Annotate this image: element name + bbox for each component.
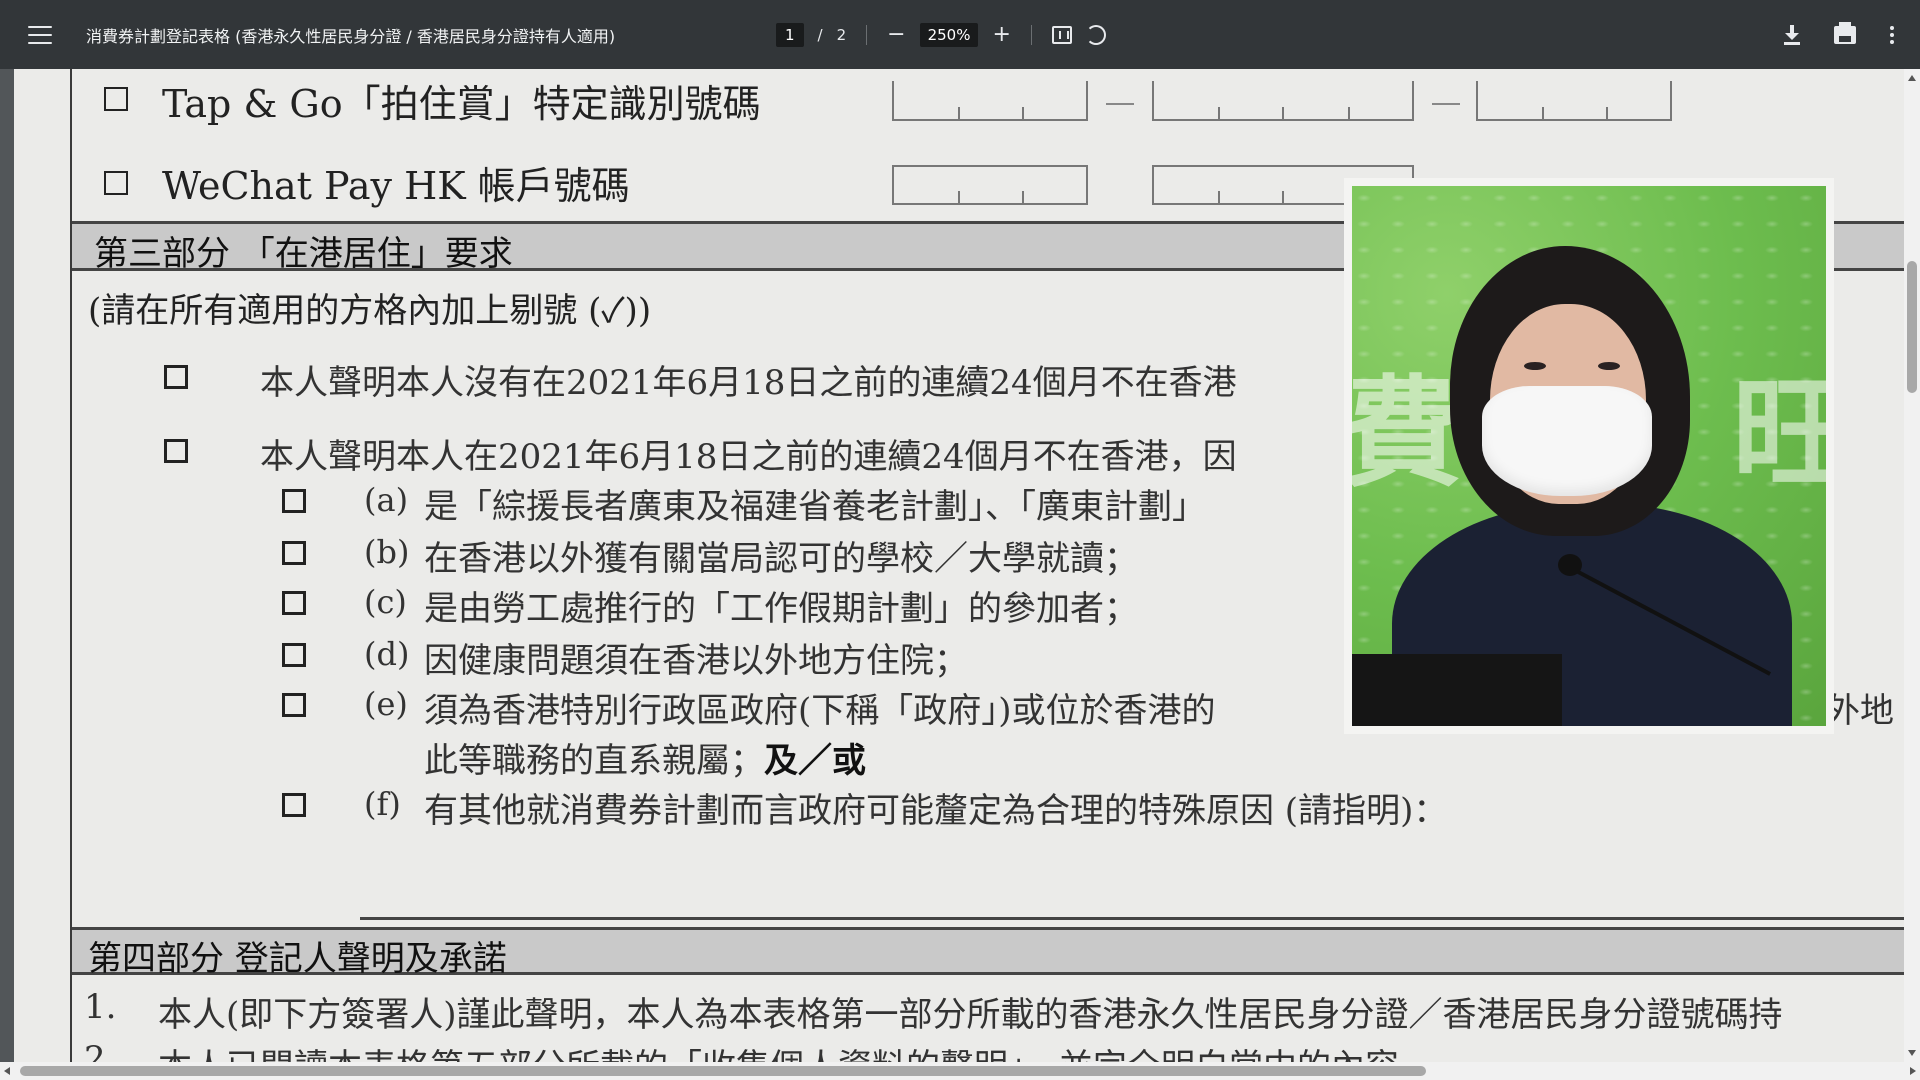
fit-page-icon[interactable] (1051, 25, 1072, 44)
reason-e-line2-bold: 及／或 (764, 741, 866, 781)
pdf-toolbar: 消費券計劃登記表格 (香港永久性居民身分證 / 香港居民身分證持有人適用) 1 … (0, 0, 1920, 69)
reason-e-line2-text: 此等職務的直系親屬； (424, 741, 764, 781)
download-icon[interactable] (1784, 24, 1800, 45)
page-separator: / (817, 25, 823, 44)
part4-item-2-text: 本人已閱讀本表格第五部分所載的「收集個人資料的聲明」，並完全明白當中的內容。 (158, 1039, 1433, 1062)
print-icon[interactable] (1834, 21, 1856, 44)
reason-f-letter: (f) (364, 785, 401, 823)
document-title: 消費券計劃登記表格 (香港永久性居民身分證 / 香港居民身分證持有人適用) (86, 26, 616, 46)
reason-f-text: 有其他就消費券計劃而言政府可能釐定為合理的特殊原因 (請指明)： (424, 791, 1448, 831)
declaration-2-text: 本人聲明本人在2021年6月18日之前的連續24個月不在香港，因 (260, 437, 1237, 477)
video-frame: 費 旺 (1352, 186, 1826, 726)
declaration-1-text: 本人聲明本人沒有在2021年6月18日之前的連續24個月不在香港 (260, 363, 1237, 403)
horizontal-scroll-thumb[interactable] (20, 1066, 1426, 1076)
reason-d-letter: (d) (364, 635, 410, 673)
reason-f-checkbox[interactable] (282, 793, 306, 817)
reason-b-text: 在香港以外獲有關當局認可的學校／大學就讀； (424, 539, 1138, 579)
scroll-left-icon[interactable] (4, 1067, 10, 1075)
video-overlay: 費 旺 (1344, 178, 1834, 734)
wechat-checkbox[interactable] (104, 171, 128, 195)
podium (1352, 654, 1562, 726)
scroll-right-icon[interactable] (1910, 1067, 1916, 1075)
part4-item-1-number: 1. (84, 987, 117, 1027)
reason-a-text: 是「綜援長者廣東及福建省養老計劃」、「廣東計劃」 (424, 487, 1206, 527)
tapgo-checkbox[interactable] (104, 87, 128, 111)
toolbar-divider (1030, 24, 1032, 45)
reason-b-checkbox[interactable] (282, 541, 306, 565)
backdrop-char: 旺 (1732, 365, 1826, 504)
zoom-in-button[interactable]: + (992, 23, 1010, 46)
reason-e-letter: (e) (364, 685, 408, 723)
reason-a-letter: (a) (364, 481, 409, 519)
zoom-level-input[interactable]: 250% (919, 22, 979, 47)
reason-e-text-tail: 外地 (1826, 691, 1894, 731)
declaration-1-checkbox[interactable] (164, 365, 188, 389)
tapgo-id-box-2[interactable] (1152, 81, 1414, 121)
reason-e-text: 須為香港特別行政區政府(下稱「政府」)或位於香港的 (424, 691, 1216, 731)
scroll-up-icon[interactable] (1908, 75, 1916, 81)
wechat-id-box-1[interactable] (892, 165, 1088, 205)
menu-icon[interactable] (28, 25, 52, 44)
rotate-icon[interactable] (1085, 24, 1106, 45)
reason-d-text: 因健康問題須在香港以外地方住院； (424, 641, 968, 681)
tapgo-id-box-3[interactable] (1476, 81, 1672, 121)
part3-title: 第三部分 「在港居住」要求 (94, 234, 513, 274)
page-number-input[interactable]: 1 (776, 22, 804, 47)
reason-f-answer-line[interactable] (360, 917, 1904, 920)
more-options-icon[interactable] (1890, 25, 1894, 44)
speaker-eye (1598, 362, 1620, 370)
vertical-scroll-thumb[interactable] (1907, 261, 1917, 393)
face-mask (1482, 386, 1652, 496)
toolbar-left: 消費券計劃登記表格 (香港永久性居民身分證 / 香港居民身分證持有人適用) (28, 0, 615, 69)
reason-c-text: 是由勞工處推行的「工作假期計劃」的參加者； (424, 589, 1138, 629)
wechat-label: WeChat Pay HK 帳戶號碼 (162, 164, 630, 208)
reason-d-checkbox[interactable] (282, 643, 306, 667)
backdrop-char: 費 (1352, 365, 1462, 504)
horizontal-scrollbar[interactable] (0, 1062, 1920, 1080)
tapgo-id-dash (1432, 103, 1460, 105)
tapgo-id-dash (1106, 103, 1134, 105)
declaration-2-checkbox[interactable] (164, 439, 188, 463)
reason-e-checkbox[interactable] (282, 693, 306, 717)
vertical-scrollbar[interactable] (1904, 69, 1920, 1062)
reason-e-line2: 此等職務的直系親屬；及／或 (424, 733, 866, 782)
toolbar-divider (866, 24, 868, 45)
part3-instruction: (請在所有適用的方格內加上剔號 (✓)) (88, 291, 652, 331)
part4-item-1-text: 本人(即下方簽署人)謹此聲明，本人為本表格第一部分所載的香港永久性居民身分證／香… (158, 995, 1783, 1035)
microphone-icon (1558, 554, 1582, 576)
reason-b-letter: (b) (364, 533, 410, 571)
reason-c-letter: (c) (364, 583, 407, 621)
part4-item-2-number: 2. (84, 1039, 117, 1062)
speaker-eye (1524, 362, 1546, 370)
toolbar-center: 1 / 2 − 250% + (776, 0, 1106, 69)
reason-c-checkbox[interactable] (282, 591, 306, 615)
tapgo-label: Tap & Go「拍住賞」特定識別號碼 (162, 82, 761, 126)
page-total: 2 (836, 25, 847, 44)
part4-title: 第四部分 登記人聲明及承諾 (88, 939, 507, 979)
toolbar-right (1784, 0, 1894, 69)
scroll-down-icon[interactable] (1908, 1050, 1916, 1056)
zoom-out-button[interactable]: − (887, 23, 905, 46)
tapgo-id-box-1[interactable] (892, 81, 1088, 121)
reason-a-checkbox[interactable] (282, 489, 306, 513)
